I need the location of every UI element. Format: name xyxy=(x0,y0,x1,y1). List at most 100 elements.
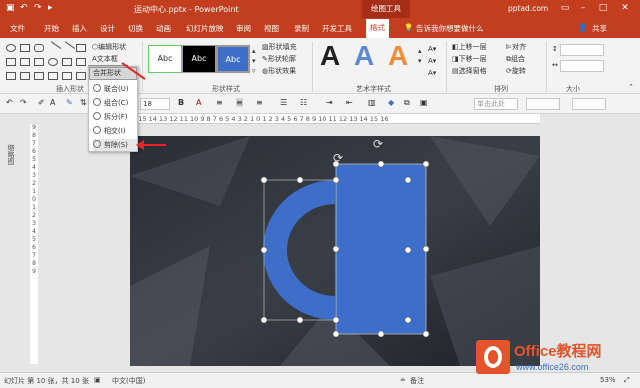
align-left-icon[interactable]: ≡ xyxy=(216,98,223,107)
line-shape-icon[interactable] xyxy=(46,41,62,55)
menu-item-intersect[interactable]: 相交(I) xyxy=(93,125,126,137)
size-input-1[interactable] xyxy=(526,98,560,110)
outdent-icon[interactable]: ⇤ xyxy=(346,98,353,107)
style-swatch-black[interactable]: Abc xyxy=(182,45,216,73)
menu-item-subtract[interactable]: 剪除(S) xyxy=(93,139,137,151)
font-color-small-icon[interactable]: A xyxy=(50,98,55,107)
arrow-line-icon[interactable] xyxy=(60,41,76,55)
rotate-handle-icon[interactable]: ⟳ xyxy=(333,151,343,165)
save-icon[interactable]: ▣ xyxy=(6,3,15,13)
tab-record[interactable]: 录制 xyxy=(294,23,309,34)
tab-animations[interactable]: 动画 xyxy=(156,23,171,34)
align-right-icon[interactable]: ≡ xyxy=(256,98,263,107)
notes-button[interactable]: 备注 xyxy=(410,376,424,386)
bring-forward-button[interactable]: ◧上移一层 xyxy=(452,42,487,53)
rotate-handle-icon[interactable]: ⟳ xyxy=(373,137,383,151)
rotate-button[interactable]: ⟳旋转 xyxy=(506,66,526,77)
more-shapes-icon[interactable] xyxy=(76,72,86,80)
textbox-shape-icon[interactable] xyxy=(76,44,86,52)
width-input[interactable] xyxy=(560,60,604,72)
cloud-shape-icon[interactable] xyxy=(20,72,30,80)
rounded-rectangle-icon[interactable] xyxy=(34,44,44,52)
arrange-mini-icon[interactable]: ⧉ xyxy=(404,98,410,108)
star-shape-icon[interactable] xyxy=(62,58,72,66)
collapse-ribbon-icon[interactable]: ⌃ xyxy=(628,82,634,93)
menu-item-combine[interactable]: 组合(C) xyxy=(93,97,128,109)
slide-canvas[interactable]: ⟳ ⟳ xyxy=(130,136,540,366)
pentagon-shape-icon[interactable] xyxy=(20,58,30,66)
shape-outline-button[interactable]: ✎形状轮廓 xyxy=(262,54,296,65)
numbered-list-icon[interactable]: ☷ xyxy=(300,98,307,107)
tab-file[interactable]: 文件 xyxy=(10,23,25,34)
shape-fill-button[interactable]: ▨形状填充 xyxy=(262,42,297,53)
wordart-black[interactable]: A xyxy=(320,40,340,72)
redo-icon[interactable]: ↷ xyxy=(34,3,42,13)
close-icon[interactable]: ✕ xyxy=(618,3,632,13)
ribbon-options-icon[interactable]: ▭ xyxy=(558,3,572,13)
selection-pane-button[interactable]: ▤选择窗格 xyxy=(452,66,487,77)
curve-shape-icon[interactable] xyxy=(34,72,44,80)
send-backward-button[interactable]: ◨下移一层 xyxy=(452,54,487,65)
tab-developer[interactable]: 开发工具 xyxy=(322,23,352,34)
language-indicator[interactable]: 中文(中国) xyxy=(112,376,145,386)
font-color-button[interactable]: A xyxy=(196,98,201,107)
start-icon[interactable]: ▸ xyxy=(48,3,53,13)
freeform-shape-icon[interactable] xyxy=(48,72,58,80)
tab-transitions[interactable]: 切换 xyxy=(128,23,143,34)
font-size-input[interactable]: 18 xyxy=(140,98,170,110)
brush-icon[interactable]: ✐ xyxy=(38,98,45,107)
align-center-icon[interactable]: ≡ xyxy=(236,98,243,107)
rectangle-shape[interactable] xyxy=(336,164,426,334)
bracket-shape-icon[interactable] xyxy=(62,72,72,80)
height-input[interactable] xyxy=(560,44,604,56)
text-fill-icon[interactable]: A▾ xyxy=(428,44,436,55)
oval-shape-icon[interactable] xyxy=(6,44,16,52)
tab-design[interactable]: 设计 xyxy=(100,23,115,34)
shape-effects-button[interactable]: ◍形状效果 xyxy=(262,66,296,77)
align-button[interactable]: ⊫对齐 xyxy=(506,42,526,53)
wordart-down-icon[interactable]: ▾ xyxy=(418,56,422,67)
style-swatch-white[interactable]: Abc xyxy=(148,45,182,73)
text-outline-icon[interactable]: A▾ xyxy=(428,56,436,67)
tab-home[interactable]: 开始 xyxy=(44,23,59,34)
indent-icon[interactable]: ⇥ xyxy=(326,98,333,107)
gallery-more-icon[interactable]: ▿ xyxy=(252,66,256,77)
circle-shape-icon[interactable] xyxy=(48,58,58,66)
menu-item-fragment[interactable]: 拆分(F) xyxy=(93,111,128,123)
pen-color-icon[interactable]: ✎ xyxy=(66,98,73,107)
spellcheck-icon[interactable]: ▣ xyxy=(94,376,101,384)
wordart-blue[interactable]: A xyxy=(354,40,374,72)
text-box-button[interactable]: A文本框 xyxy=(92,54,118,65)
text-effects-icon[interactable]: A▾ xyxy=(428,68,436,79)
style-swatch-blue[interactable]: Abc xyxy=(216,45,250,73)
quick-styles-icon[interactable]: ▣ xyxy=(420,98,428,107)
tab-insert[interactable]: 插入 xyxy=(72,23,87,34)
redo-icon[interactable]: ↷ xyxy=(20,98,27,107)
bold-button[interactable]: B xyxy=(178,98,184,107)
brace-shape-icon[interactable] xyxy=(76,58,86,66)
maximize-icon[interactable]: □ xyxy=(596,3,610,13)
bullet-list-icon[interactable]: ☰ xyxy=(280,98,287,107)
style-input[interactable]: 单击此处 xyxy=(474,98,518,110)
rectangle-shape-icon[interactable] xyxy=(20,44,30,52)
tell-me-search[interactable]: 告诉我你想要做什么 xyxy=(416,23,484,34)
tab-slideshow[interactable]: 幻灯片放映 xyxy=(186,23,224,34)
heart-shape-icon[interactable] xyxy=(6,72,16,80)
sort-icon[interactable]: ⇅ xyxy=(80,98,87,107)
share-button[interactable]: 共享 xyxy=(592,23,607,34)
wordart-orange[interactable]: A xyxy=(388,40,408,72)
tab-review[interactable]: 审阅 xyxy=(236,23,251,34)
account-name[interactable]: pptad.com xyxy=(508,4,548,13)
tab-format[interactable]: 格式 xyxy=(366,19,389,38)
shape-fill-mini-icon[interactable]: ◆ xyxy=(388,98,394,107)
size-input-2[interactable] xyxy=(572,98,606,110)
group-button[interactable]: ⧉组合 xyxy=(506,54,525,65)
arrow-shape-icon[interactable] xyxy=(34,58,44,66)
thumbnail-pane[interactable]: 缩略图 xyxy=(0,114,28,364)
undo-icon[interactable]: ↶ xyxy=(20,3,28,13)
columns-icon[interactable]: ▥ xyxy=(368,98,376,107)
minimize-icon[interactable]: – xyxy=(576,3,590,13)
edit-shape-button[interactable]: ⬡编辑形状 xyxy=(92,42,126,53)
undo-icon[interactable]: ↶ xyxy=(6,98,13,107)
triangle-shape-icon[interactable] xyxy=(6,58,16,66)
